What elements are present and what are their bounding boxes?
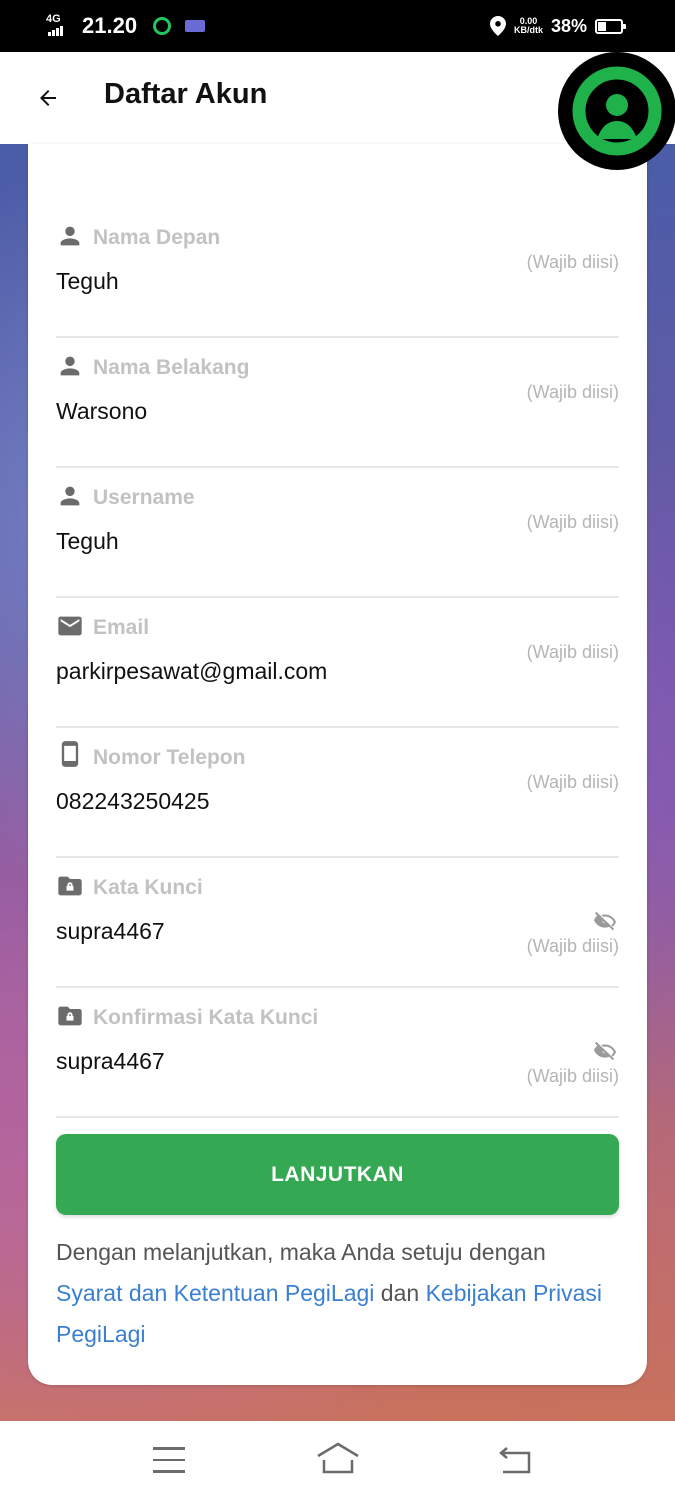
battery-icon	[595, 18, 626, 34]
home-icon[interactable]	[315, 1441, 361, 1475]
app-notification-icon	[185, 20, 206, 32]
password-input[interactable]: supra4467	[56, 918, 165, 945]
last-name-input[interactable]: Warsono	[56, 398, 147, 425]
hide-password-icon[interactable]	[591, 1040, 619, 1064]
status-right: 0.00 KB/dtk 38%	[489, 12, 626, 40]
terms-text: Dengan melanjutkan, maka Anda setuju den…	[56, 1232, 616, 1355]
phone-input[interactable]: 082243250425	[56, 788, 210, 815]
first-name-field[interactable]: Nama Depan Teguh (Wajib diisi)	[56, 208, 619, 338]
network-speed: 0.00 KB/dtk	[514, 17, 543, 35]
network-type: 4G	[46, 13, 61, 25]
required-hint: (Wajib diisi)	[526, 642, 619, 662]
field-label: Kata Kunci	[93, 876, 203, 899]
email-input[interactable]: parkirpesawat@gmail.com	[56, 658, 327, 685]
back-arrow-icon[interactable]	[36, 86, 60, 110]
phone-field[interactable]: Nomor Telepon 082243250425 (Wajib diisi)	[56, 728, 619, 858]
speed-unit: KB/dtk	[513, 25, 543, 35]
lock-folder-icon	[58, 876, 82, 896]
person-icon	[60, 486, 80, 506]
gojek-logo-icon	[572, 66, 662, 156]
status-left: 4G 21.20	[46, 12, 206, 40]
person-icon	[60, 356, 80, 376]
field-label: Nama Depan	[93, 226, 221, 249]
first-name-input[interactable]: Teguh	[56, 268, 119, 295]
phone-icon	[61, 741, 79, 767]
terms-prefix: Dengan melanjutkan, maka Anda setuju den…	[56, 1239, 546, 1265]
floating-app-button[interactable]	[558, 52, 675, 170]
continue-button[interactable]: LANJUTKAN	[56, 1134, 619, 1215]
required-hint: (Wajib diisi)	[526, 382, 619, 402]
password-field[interactable]: Kata Kunci supra4467 (Wajib diisi)	[56, 858, 619, 988]
battery-percent: 38%	[550, 15, 587, 36]
username-input[interactable]: Teguh	[56, 528, 119, 555]
lock-folder-icon	[58, 1006, 82, 1026]
person-icon	[60, 226, 80, 246]
confirm-password-input[interactable]: supra4467	[56, 1048, 165, 1075]
field-label: Email	[93, 616, 150, 639]
username-field[interactable]: Username Teguh (Wajib diisi)	[56, 468, 619, 598]
status-bar: 4G 21.20 0.00 KB/dtk 38%	[0, 0, 675, 52]
email-field[interactable]: Email parkirpesawat@gmail.com (Wajib dii…	[56, 598, 619, 728]
field-label: Username	[93, 486, 195, 509]
page-title: Daftar Akun	[104, 78, 268, 110]
confirm-password-field[interactable]: Konfirmasi Kata Kunci supra4467 (Wajib d…	[56, 988, 619, 1118]
clock: 21.20	[82, 13, 138, 38]
last-name-field[interactable]: Nama Belakang Warsono (Wajib diisi)	[56, 338, 619, 468]
email-icon	[58, 616, 82, 636]
required-hint: (Wajib diisi)	[526, 772, 619, 792]
gojek-notification-icon	[153, 17, 172, 35]
navigation-bar	[0, 1421, 675, 1500]
required-hint: (Wajib diisi)	[526, 1066, 619, 1086]
field-label: Nama Belakang	[93, 356, 250, 379]
field-label: Konfirmasi Kata Kunci	[93, 1006, 319, 1029]
terms-conjunction: dan	[374, 1280, 426, 1306]
terms-link[interactable]: Syarat dan Ketentuan PegiLagi	[56, 1280, 374, 1306]
back-nav-icon[interactable]	[497, 1445, 533, 1475]
hide-password-icon[interactable]	[591, 910, 619, 934]
field-label: Nomor Telepon	[93, 746, 246, 769]
location-icon	[489, 16, 506, 36]
recent-apps-icon[interactable]	[153, 1447, 185, 1473]
signal-icon: 4G	[46, 14, 76, 38]
required-hint: (Wajib diisi)	[526, 512, 619, 532]
battery-fill	[598, 21, 606, 31]
required-hint: (Wajib diisi)	[526, 252, 619, 272]
required-hint: (Wajib diisi)	[526, 936, 619, 956]
